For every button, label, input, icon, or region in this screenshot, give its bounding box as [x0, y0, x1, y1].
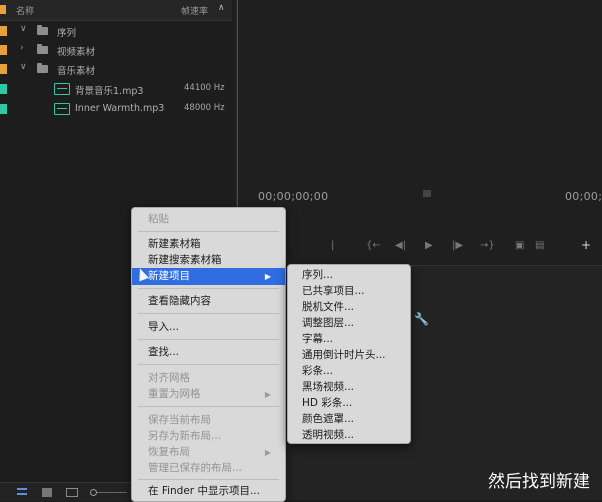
clip-row-audio-2[interactable]: Inner Warmth.mp3 48000 Hz: [0, 99, 232, 119]
bin-row-sequences[interactable]: ∨ 序列: [0, 21, 232, 41]
submenu-arrow-icon: ▶: [264, 448, 271, 457]
expand-chevron-icon[interactable]: ›: [20, 43, 24, 53]
audio-clip-icon: [54, 103, 70, 115]
go-to-in-icon[interactable]: {←: [366, 240, 381, 251]
folder-icon: [37, 25, 48, 35]
label-color-swatch: [0, 26, 7, 36]
menu-item-import[interactable]: 导入...: [132, 319, 285, 336]
project-list-header: 名称 帧速率 ∧: [0, 0, 232, 21]
bin-label: 序列: [57, 28, 77, 39]
menu-item-paste[interactable]: 粘贴: [132, 211, 285, 228]
menu-item-restore-layout[interactable]: 恢复布局 ▶: [132, 444, 285, 461]
menu-item-view-hidden[interactable]: 查看隐藏内容: [132, 293, 285, 310]
expand-chevron-icon[interactable]: ∨: [20, 24, 27, 34]
menu-item-new-search-bin[interactable]: 新建搜索素材箱: [132, 252, 285, 269]
video-subtitle-caption: 然后找到新建: [488, 472, 590, 492]
menu-item-save-layout[interactable]: 保存当前布局: [132, 412, 285, 429]
menu-item-manage-layouts[interactable]: 管理已保存的布局...: [132, 460, 285, 477]
expand-chevron-icon[interactable]: ∨: [20, 62, 27, 72]
name-column-header[interactable]: 名称: [16, 4, 34, 17]
new-item-submenu: 序列... 已共享项目... 脱机文件... 调整图层... 字幕... 通用倒…: [287, 264, 411, 444]
menu-item-find[interactable]: 查找...: [132, 344, 285, 361]
submenu-arrow-icon: ▶: [264, 272, 271, 281]
context-menu: 粘贴 新建素材箱 新建搜索素材箱 新建项目 ▶ 查看隐藏内容 导入... 查找.…: [131, 207, 286, 502]
menu-separator: [138, 313, 279, 314]
folder-icon: [37, 63, 48, 73]
menu-item-reset-to-grid-label: 重置为网格: [148, 388, 201, 400]
bin-label: 视频素材: [57, 47, 96, 58]
menu-item-new-item[interactable]: 新建项目 ▶: [132, 268, 285, 285]
submenu-item-hd-bars[interactable]: HD 彩条...: [288, 395, 410, 412]
clip-label: 背景音乐1.mp3: [75, 86, 144, 97]
label-color-swatch: [0, 45, 7, 55]
menu-item-new-item-label: 新建项目: [148, 270, 190, 282]
menu-separator: [138, 231, 279, 232]
menu-separator: [138, 339, 279, 340]
submenu-item-captions[interactable]: 字幕...: [288, 331, 410, 348]
icon-view-icon[interactable]: [42, 488, 52, 497]
playhead-timecode[interactable]: 00;00;00;00: [258, 190, 328, 203]
menu-item-save-as-new-layout[interactable]: 另存为新布局...: [132, 428, 285, 445]
menu-separator: [138, 288, 279, 289]
clip-label: Inner Warmth.mp3: [75, 103, 165, 114]
bin-row-video[interactable]: › 视频素材: [0, 40, 232, 60]
lift-icon[interactable]: ▤: [535, 240, 544, 251]
menu-separator: [138, 479, 279, 480]
label-color-swatch: [0, 104, 7, 114]
play-icon[interactable]: ▶: [425, 240, 433, 251]
menu-separator: [138, 406, 279, 407]
audio-clip-icon: [54, 83, 70, 95]
step-forward-icon[interactable]: |▶: [452, 240, 463, 251]
wrench-icon[interactable]: 🔧: [414, 312, 429, 326]
step-back-icon[interactable]: ◀|: [395, 240, 406, 251]
zoom-slider-track[interactable]: [97, 492, 127, 493]
frame-rate-column-header[interactable]: 帧速率: [181, 4, 208, 17]
submenu-arrow-icon: ▶: [264, 390, 271, 399]
zoom-slider-handle[interactable]: [90, 489, 97, 496]
export-frame-icon[interactable]: ▣: [515, 240, 524, 251]
freeform-view-icon[interactable]: [66, 488, 78, 497]
sort-chevron-icon[interactable]: ∧: [218, 3, 225, 13]
menu-item-new-bin[interactable]: 新建素材箱: [132, 236, 285, 253]
clip-frame-rate: 44100 Hz: [184, 83, 225, 93]
add-button-icon[interactable]: +: [581, 238, 591, 252]
bin-label: 音乐素材: [57, 66, 96, 77]
label-color-swatch: [0, 84, 7, 94]
list-view-icon[interactable]: [17, 488, 27, 495]
label-color-header: [0, 5, 6, 14]
menu-item-restore-layout-label: 恢复布局: [148, 446, 190, 458]
submenu-item-color-matte[interactable]: 颜色遮罩...: [288, 411, 410, 428]
submenu-item-adjustment-layer[interactable]: 调整图层...: [288, 315, 410, 332]
menu-separator: [138, 364, 279, 365]
folder-icon: [37, 44, 48, 54]
submenu-item-shared-project[interactable]: 已共享项目...: [288, 283, 410, 300]
menu-item-reset-to-grid[interactable]: 重置为网格 ▶: [132, 386, 285, 403]
program-monitor: 00;00;00;00 00;00;0 | {← ◀| ▶ |▶ →} ▣ ▤ …: [238, 0, 602, 265]
clip-frame-rate: 48000 Hz: [184, 103, 225, 113]
submenu-item-offline-file[interactable]: 脱机文件...: [288, 299, 410, 316]
submenu-item-sequence[interactable]: 序列...: [288, 267, 410, 284]
submenu-item-countdown-leader[interactable]: 通用倒计时片头...: [288, 347, 410, 364]
submenu-item-black-video[interactable]: 黑场视频...: [288, 379, 410, 396]
go-to-out-icon[interactable]: →}: [480, 240, 495, 251]
bin-row-music[interactable]: ∨ 音乐素材: [0, 59, 232, 79]
label-color-swatch: [0, 64, 7, 74]
mark-in-icon[interactable]: |: [331, 240, 334, 251]
clip-row-audio-1[interactable]: 背景音乐1.mp3 44100 Hz: [0, 79, 232, 99]
submenu-item-transparent-video[interactable]: 透明视频...: [288, 427, 410, 444]
submenu-item-bars-and-tone[interactable]: 彩条...: [288, 363, 410, 380]
fit-settings-icon[interactable]: [423, 190, 431, 197]
menu-item-reveal-in-finder[interactable]: 在 Finder 中显示项目...: [132, 483, 285, 500]
duration-timecode: 00;00;0: [565, 190, 602, 203]
menu-item-align-to-grid[interactable]: 对齐网格: [132, 370, 285, 387]
